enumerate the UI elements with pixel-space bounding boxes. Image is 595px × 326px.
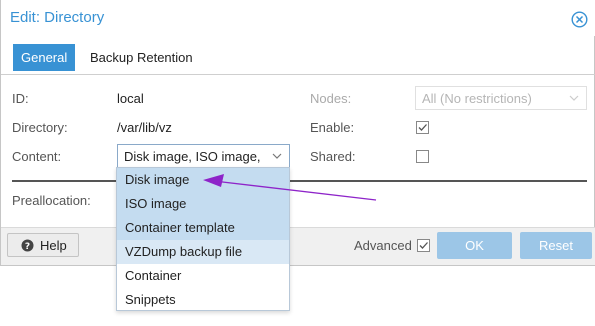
- content-select-value: Disk image, ISO image,: [124, 149, 261, 164]
- question-circle-icon: ?: [21, 239, 34, 252]
- list-item-iso-image[interactable]: ISO image: [117, 192, 289, 216]
- nodes-label: Nodes:: [310, 91, 352, 106]
- help-button[interactable]: ? Help: [7, 233, 79, 257]
- tab-bar: General Backup Retention: [1, 42, 595, 75]
- reset-button[interactable]: Reset: [520, 232, 592, 259]
- list-item-vzdump-backup-file[interactable]: VZDump backup file: [117, 240, 289, 264]
- id-value: local: [117, 91, 144, 106]
- enable-label: Enable:: [310, 120, 355, 135]
- nodes-select[interactable]: All (No restrictions): [415, 86, 587, 110]
- checkmark-icon: [418, 124, 427, 131]
- checkmark-icon: [419, 242, 428, 249]
- section-divider: [12, 180, 587, 182]
- list-item-container-template[interactable]: Container template: [117, 216, 289, 240]
- tab-general[interactable]: General: [13, 44, 76, 71]
- shared-checkbox[interactable]: [416, 150, 429, 163]
- tab-backup-retention[interactable]: Backup Retention: [82, 44, 201, 71]
- content-label: Content:: [12, 149, 62, 164]
- dialog-title: Edit: Directory: [10, 9, 105, 26]
- directory-value: /var/lib/vz: [117, 120, 172, 135]
- close-icon[interactable]: [571, 11, 588, 28]
- id-label: ID:: [12, 91, 29, 106]
- advanced-label: Advanced: [354, 238, 412, 253]
- nodes-select-value: All (No restrictions): [422, 91, 532, 106]
- preallocation-label: Preallocation:: [12, 193, 91, 208]
- list-item-disk-image[interactable]: Disk image: [117, 168, 289, 192]
- chevron-down-icon[interactable]: [272, 152, 282, 160]
- edit-directory-dialog: Edit: Directory General Backup Retention…: [0, 0, 595, 266]
- help-button-label: Help: [40, 238, 67, 253]
- dialog-titlebar: Edit: Directory: [1, 0, 595, 36]
- enable-checkbox[interactable]: [416, 121, 429, 134]
- ok-button[interactable]: OK: [437, 232, 512, 259]
- chevron-down-icon: [569, 95, 579, 101]
- content-dropdown-list: Disk image ISO image Container template …: [116, 167, 290, 311]
- shared-label: Shared:: [310, 149, 356, 164]
- advanced-checkbox[interactable]: [417, 239, 430, 252]
- content-select[interactable]: Disk image, ISO image,: [117, 144, 290, 168]
- list-item-snippets[interactable]: Snippets: [117, 288, 289, 312]
- directory-label: Directory:: [12, 120, 68, 135]
- list-item-container[interactable]: Container: [117, 264, 289, 288]
- svg-text:?: ?: [25, 242, 30, 252]
